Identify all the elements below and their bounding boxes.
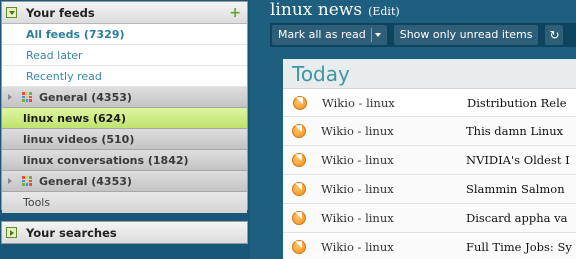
mark-all-read-button[interactable]: Mark all as read: [272, 25, 387, 45]
rss-icon: [292, 124, 306, 138]
entry-source: Wikio - linux: [321, 211, 394, 225]
searches-panel: Your searches: [1, 221, 248, 244]
sidebar: Your feeds + All feeds (7329) Read later…: [0, 0, 250, 259]
folder-label: General (4353): [39, 90, 132, 104]
main-area: linux news (Edit) Mark all as read Show …: [270, 0, 576, 259]
entry-source: Wikio - linux: [321, 124, 394, 138]
rss-icon: [292, 240, 306, 254]
expand-toggle-icon[interactable]: [6, 227, 17, 238]
add-feed-button[interactable]: +: [229, 6, 241, 20]
tools-link[interactable]: Tools: [2, 192, 247, 213]
refresh-icon[interactable]: ↻: [545, 25, 564, 45]
folder-general-2[interactable]: General (4353): [2, 171, 247, 192]
mark-all-read-label: Mark all as read: [278, 28, 366, 41]
folder-grid-icon: [22, 176, 32, 186]
entry-source: Wikio - linux: [321, 182, 394, 196]
entry-title[interactable]: NVIDIA's Oldest I: [466, 153, 570, 167]
entry-row[interactable]: Wikio - linux NVIDIA's Oldest I: [283, 146, 576, 175]
entry-row[interactable]: Wikio - linux Discard appha va: [283, 204, 576, 233]
divider: [370, 28, 372, 42]
entry-list: Wikio - linuxDistribution ReleWikio - li…: [283, 89, 576, 259]
feeds-panel: Your feeds + All feeds (7329) Read later…: [1, 1, 248, 213]
searches-header[interactable]: Your searches: [2, 222, 247, 243]
entry-title[interactable]: Distribution Rele: [467, 96, 567, 110]
feeds-header-label: Your feeds: [26, 5, 95, 20]
rss-icon: [292, 153, 306, 167]
expand-arrow-icon[interactable]: [8, 178, 12, 184]
view-all-feeds[interactable]: All feeds (7329): [2, 24, 247, 45]
section-heading: Today: [283, 59, 576, 89]
chevron-down-icon[interactable]: [374, 33, 381, 37]
searches-header-label: Your searches: [26, 225, 117, 240]
entry-row[interactable]: Wikio - linux This damn Linux: [283, 117, 576, 146]
expand-arrow-icon[interactable]: [8, 94, 12, 100]
view-read-later[interactable]: Read later: [2, 45, 247, 66]
entry-row[interactable]: Wikio - linux Full Time Jobs: Sy: [283, 233, 576, 259]
stream-header: linux news (Edit): [270, 0, 400, 22]
entry-title[interactable]: This damn Linux: [466, 124, 563, 138]
rss-icon: [292, 211, 306, 225]
folder-label: General (4353): [39, 174, 132, 188]
entry-source: Wikio - linux: [322, 95, 395, 110]
folder-general[interactable]: General (4353): [2, 87, 247, 108]
entry-row[interactable]: Wikio - linux Distribution Rele: [283, 89, 576, 117]
view-recently-read[interactable]: Recently read: [2, 66, 247, 87]
folder-linux-news[interactable]: linux news (624): [2, 108, 247, 129]
entry-title[interactable]: Slammin Salmon: [466, 182, 565, 196]
entries-container: Today Wikio - linuxDistribution ReleWiki…: [283, 59, 576, 259]
folder-linux-conversations[interactable]: linux conversations (1842): [2, 150, 247, 171]
collapse-toggle-icon[interactable]: [6, 7, 17, 18]
entry-row[interactable]: Wikio - linux Slammin Salmon: [283, 175, 576, 204]
entry-title[interactable]: Full Time Jobs: Sy: [466, 240, 572, 254]
edit-link[interactable]: (Edit): [368, 5, 400, 18]
show-unread-button[interactable]: Show only unread items: [393, 25, 539, 45]
toolbar: Mark all as read Show only unread items …: [270, 23, 576, 47]
entry-source: Wikio - linux: [321, 153, 394, 167]
folder-linux-videos[interactable]: linux videos (510): [2, 129, 247, 150]
rss-icon: [292, 182, 306, 196]
entry-source: Wikio - linux: [321, 240, 394, 254]
entry-title[interactable]: Discard appha va: [466, 211, 567, 225]
stream-title: linux news: [270, 0, 363, 20]
rss-icon: [293, 95, 307, 110]
folder-grid-icon: [22, 92, 32, 102]
feeds-header[interactable]: Your feeds +: [2, 2, 247, 24]
